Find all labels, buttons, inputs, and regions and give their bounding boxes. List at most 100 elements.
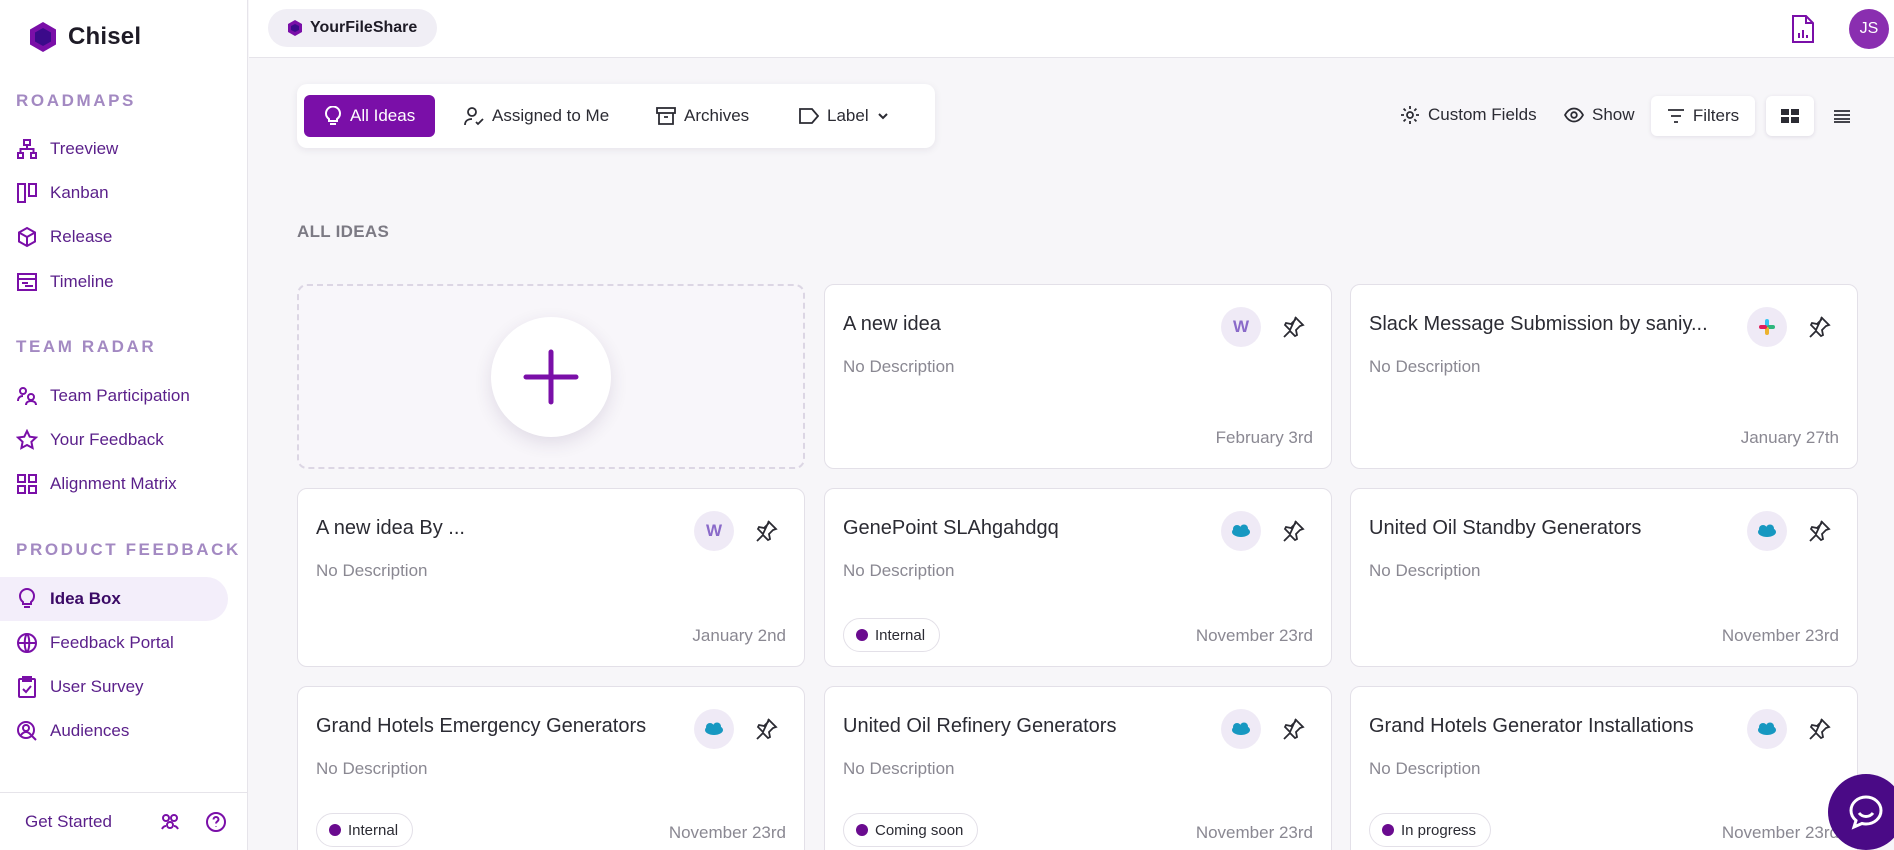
show-button[interactable]: Show	[1564, 94, 1635, 136]
show-label: Show	[1592, 105, 1635, 124]
pin-icon[interactable]	[1807, 315, 1831, 339]
idea-date: February 3rd	[1215, 428, 1313, 447]
sidebar-item-release[interactable]: Release	[0, 215, 228, 259]
idea-card[interactable]: A new idea By ... W No Description Janua…	[297, 488, 805, 667]
status-dot	[329, 824, 341, 836]
tag-icon	[799, 108, 819, 124]
page-title: ALL IDEAS	[297, 222, 390, 241]
sidebar-item-team-participation[interactable]: Team Participation	[0, 374, 228, 418]
audience-icon	[16, 720, 38, 742]
workspace-switcher[interactable]: YourFileShare	[268, 9, 438, 47]
chat-icon	[1849, 795, 1883, 830]
community-icon[interactable]	[159, 811, 181, 833]
chat-widget-button[interactable]	[1828, 774, 1894, 850]
app-logo[interactable]: Chisel	[26, 20, 141, 54]
idea-description: No Description	[1369, 561, 1481, 580]
sidebar-item-treeview[interactable]: Treeview	[0, 127, 228, 171]
list-view-icon	[1834, 110, 1850, 123]
pin-icon[interactable]	[754, 717, 778, 741]
idea-date: January 2nd	[692, 626, 786, 645]
idea-card[interactable]: Slack Message Submission by saniy... No …	[1350, 284, 1858, 469]
sidebar-item-label: Kanban	[50, 183, 109, 202]
grid-view-icon	[1781, 109, 1799, 123]
timeline-icon	[16, 271, 38, 293]
sidebar-item-label: Release	[50, 227, 113, 246]
status-badge: Coming soon	[843, 813, 979, 847]
idea-date: November 23rd	[1195, 823, 1313, 842]
user-avatar[interactable]: JS	[1849, 9, 1889, 49]
sidebar-item-your-feedback[interactable]: Your Feedback	[0, 418, 228, 462]
sidebar-item-kanban[interactable]: Kanban	[0, 171, 228, 215]
salesforce-icon	[1221, 511, 1261, 551]
pin-icon[interactable]	[1281, 717, 1305, 741]
sidebar-item-timeline[interactable]: Timeline	[0, 260, 228, 304]
workspace-name: YourFileShare	[310, 19, 418, 36]
grid-view-button[interactable]	[1766, 96, 1814, 136]
grid-icon	[16, 473, 38, 495]
idea-title: Grand Hotels Emergency Generators	[316, 715, 647, 737]
idea-date: November 23rd	[1721, 823, 1839, 842]
filters-label: Filters	[1692, 106, 1740, 125]
idea-card[interactable]: GenePoint SLAhgahdgq No Description Inte…	[824, 488, 1332, 667]
tab-label: All Ideas	[350, 106, 416, 125]
pin-icon[interactable]	[1807, 717, 1831, 741]
pin-icon[interactable]	[1281, 315, 1305, 339]
idea-title: Slack Message Submission by saniy...	[1369, 313, 1708, 335]
sidebar-item-user-survey[interactable]: User Survey	[0, 665, 228, 709]
tree-icon	[16, 138, 38, 160]
report-icon[interactable]	[1789, 14, 1817, 44]
add-idea-card[interactable]	[297, 284, 805, 469]
bulb-icon	[324, 106, 342, 125]
star-icon	[16, 429, 38, 451]
list-view-button[interactable]	[1818, 96, 1866, 136]
section-team-radar: TEAM RADAR	[16, 337, 157, 356]
salesforce-icon	[1221, 709, 1261, 749]
status-dot	[856, 824, 868, 836]
label-dropdown[interactable]: Label	[779, 95, 909, 137]
idea-description: No Description	[843, 759, 955, 778]
idea-card[interactable]: Grand Hotels Emergency Generators No Des…	[297, 686, 805, 850]
salesforce-icon	[1747, 709, 1787, 749]
tab-all-ideas[interactable]: All Ideas	[304, 95, 436, 137]
idea-card[interactable]: A new idea W No Description February 3rd	[824, 284, 1332, 469]
status-label: Internal	[348, 821, 399, 839]
slack-icon	[1747, 307, 1787, 347]
idea-card[interactable]: Grand Hotels Generator Installations No …	[1350, 686, 1858, 850]
custom-fields-button[interactable]: Custom Fields	[1400, 94, 1537, 136]
people-icon	[16, 385, 38, 407]
sidebar-item-feedback-portal[interactable]: Feedback Portal	[0, 621, 228, 665]
filters-button[interactable]: Filters	[1651, 96, 1755, 136]
pin-icon[interactable]	[1281, 519, 1305, 543]
pin-icon[interactable]	[1807, 519, 1831, 543]
sidebar-item-label: Audiences	[50, 721, 130, 740]
status-dot	[856, 629, 868, 641]
sidebar: Chisel ROADMAPS Treeview Kanban Release …	[0, 0, 248, 850]
box-icon	[16, 226, 38, 248]
tab-assigned-to-me[interactable]: Assigned to Me	[444, 95, 629, 137]
idea-card[interactable]: United Oil Standby Generators No Descrip…	[1350, 488, 1858, 667]
sidebar-item-label: Idea Box	[50, 589, 121, 608]
sidebar-item-label: Feedback Portal	[50, 633, 174, 652]
help-icon[interactable]	[205, 811, 227, 833]
sidebar-item-alignment-matrix[interactable]: Alignment Matrix	[0, 462, 228, 506]
idea-card[interactable]: United Oil Refinery Generators No Descri…	[824, 686, 1332, 850]
tab-label: Archives	[684, 106, 750, 125]
globe-icon	[16, 632, 38, 654]
idea-title: United Oil Standby Generators	[1369, 517, 1642, 539]
status-badge: Internal	[316, 813, 414, 847]
get-started-link[interactable]: Get Started	[25, 812, 112, 832]
sidebar-item-idea-box[interactable]: Idea Box	[0, 577, 228, 621]
add-idea-button[interactable]	[491, 316, 611, 437]
app-name: Chisel	[68, 23, 142, 50]
status-badge: Internal	[843, 618, 941, 652]
idea-title: Grand Hotels Generator Installations	[1369, 715, 1694, 737]
idea-date: November 23rd	[1721, 626, 1839, 645]
custom-fields-label: Custom Fields	[1428, 105, 1537, 124]
idea-title: United Oil Refinery Generators	[843, 715, 1117, 737]
sidebar-item-label: Team Participation	[50, 386, 190, 405]
source-badge: W	[1221, 307, 1261, 347]
sidebar-item-audiences[interactable]: Audiences	[0, 709, 228, 753]
tab-archives[interactable]: Archives	[636, 95, 769, 137]
bulb-icon	[16, 588, 38, 610]
pin-icon[interactable]	[754, 519, 778, 543]
